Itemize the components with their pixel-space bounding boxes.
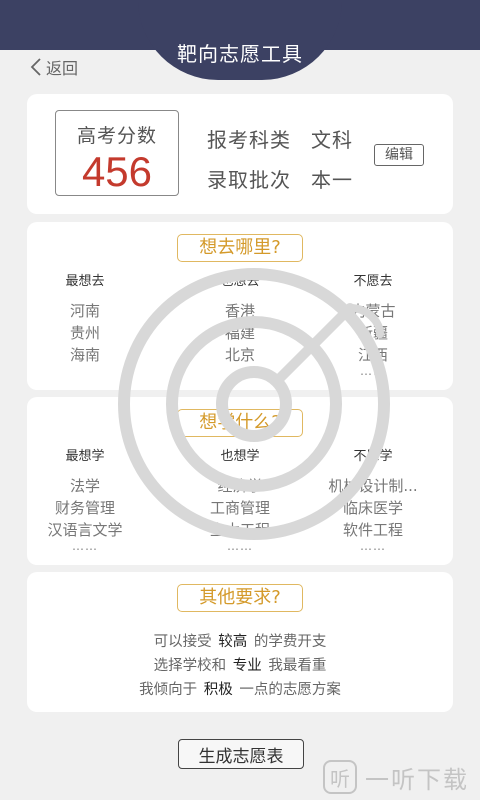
list-item: 北京 (224, 346, 255, 364)
column-head: 不愿学 (353, 449, 393, 464)
study-col-not[interactable]: 不愿学 机械设计制... 临床医学 软件工程 …… (303, 447, 443, 553)
requirement-option[interactable]: 专业 (233, 658, 262, 674)
watermark-logo: 听 一听下载 (323, 755, 469, 799)
edit-button[interactable]: 编辑 (374, 144, 424, 166)
other-title: 其他要求? (177, 584, 303, 612)
list-item: 福建 (224, 324, 255, 342)
more-indicator: …… (360, 539, 386, 553)
more-indicator: …… (227, 539, 253, 553)
subject-label: 报考科类 (207, 128, 291, 152)
column-head: 也想学 (220, 449, 260, 464)
where-card: 想去哪里? 最想去 河南 贵州 海南 也想去 香港 福建 北京 不愿去 内蒙古 … (27, 222, 453, 390)
list-item: 香港 (224, 302, 255, 320)
requirement-line: 我倾向于 积极 一点的志愿方案 (27, 678, 453, 699)
list-item: 机械设计制... (328, 477, 418, 495)
requirement-text: 一点的志愿方案 (239, 682, 341, 698)
logo-icon: 听 (323, 760, 357, 794)
score-box[interactable]: 高考分数 456 (55, 110, 179, 196)
back-label: 返回 (46, 59, 79, 78)
requirement-option[interactable]: 积极 (204, 682, 233, 698)
score-value: 456 (81, 148, 153, 195)
batch-row: 录取批次 本一 (207, 164, 353, 193)
requirement-text: 的学费开支 (253, 634, 327, 650)
list-item: 工商管理 (209, 499, 270, 517)
requirement-option[interactable]: 较高 (218, 634, 247, 650)
more-indicator: …… (360, 364, 386, 378)
chevron-left-icon (30, 58, 41, 76)
list-item: 海南 (69, 346, 100, 364)
list-item: 内蒙古 (350, 302, 396, 320)
requirement-line: 可以接受 较高 的学费开支 (27, 630, 453, 651)
column-head: 最想学 (65, 449, 105, 464)
study-col-also[interactable]: 也想学 经济学 工商管理 土木工程 …… (170, 447, 310, 553)
score-label: 高考分数 (76, 125, 157, 147)
more-indicator: …… (72, 539, 98, 553)
study-title: 想学什么? (177, 409, 303, 437)
column-head: 不愿去 (353, 274, 393, 289)
column-head: 也想去 (220, 274, 260, 289)
list-item: 法学 (69, 477, 100, 495)
requirement-text: 可以接受 (153, 634, 212, 650)
list-item: 临床医学 (342, 499, 403, 517)
requirement-text: 我倾向于 (139, 682, 198, 698)
score-card: 高考分数 456 报考科类 文科 录取批次 本一 编辑 (27, 94, 453, 214)
list-item: 河南 (69, 302, 100, 320)
where-title: 想去哪里? (177, 234, 303, 262)
subject-row: 报考科类 文科 (207, 124, 353, 153)
other-card: 其他要求? 可以接受 较高 的学费开支 选择学校和 专业 我最看重 我倾向于 积… (27, 572, 453, 712)
list-item: 财务管理 (54, 499, 115, 517)
list-item: 土木工程 (209, 521, 270, 539)
list-item: 汉语言文学 (47, 521, 123, 539)
list-item: 软件工程 (342, 521, 403, 539)
batch-label: 录取批次 (207, 168, 291, 192)
requirement-text: 我最看重 (268, 658, 327, 674)
list-item: 经济学 (217, 477, 263, 495)
requirement-text: 选择学校和 (153, 658, 227, 674)
where-col-most[interactable]: 最想去 河南 贵州 海南 (15, 272, 155, 366)
list-item: 贵州 (69, 324, 100, 342)
subject-value: 文科 (311, 128, 353, 152)
batch-value: 本一 (311, 168, 353, 192)
back-button[interactable]: 返回 (30, 56, 78, 78)
study-card: 想学什么? 最想学 法学 财务管理 汉语言文学 …… 也想学 经济学 工商管理 … (27, 397, 453, 565)
where-col-not[interactable]: 不愿去 内蒙古 新疆 江西 …… (303, 272, 443, 378)
logo-text: 一听下载 (365, 765, 469, 794)
requirement-line: 选择学校和 专业 我最看重 (27, 654, 453, 675)
where-col-also[interactable]: 也想去 香港 福建 北京 (170, 272, 310, 366)
generate-button[interactable]: 生成志愿表 (178, 739, 304, 769)
list-item: 江西 (357, 346, 388, 364)
list-item: 新疆 (357, 324, 388, 342)
study-col-most[interactable]: 最想学 法学 财务管理 汉语言文学 …… (15, 447, 155, 553)
column-head: 最想去 (65, 274, 105, 289)
page-title: 靶向志愿工具 (177, 42, 303, 66)
